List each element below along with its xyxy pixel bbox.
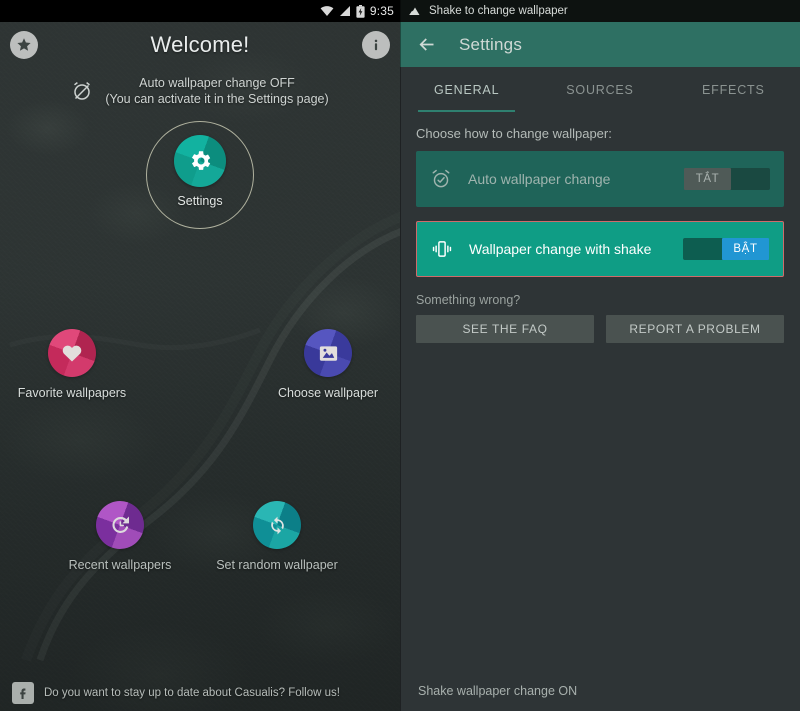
mountain-notification-icon xyxy=(409,7,420,15)
report-a-problem-button[interactable]: REPORT A PROBLEM xyxy=(606,315,784,343)
settings-tabs: GENERAL SOURCES EFFECTS xyxy=(400,67,800,112)
shortcut-favorite-wallpapers[interactable]: Favorite wallpapers xyxy=(0,329,147,400)
shake-change-toggle[interactable]: BẬT xyxy=(683,238,769,260)
settings-label: Settings xyxy=(177,194,223,208)
info-icon xyxy=(374,39,378,51)
alarm-check-icon xyxy=(432,169,450,188)
arrow-back-icon[interactable] xyxy=(416,34,437,55)
option-auto-wallpaper-change[interactable]: Auto wallpaper change TẮT xyxy=(416,151,784,207)
shortcut-recent-wallpapers[interactable]: Recent wallpapers xyxy=(45,501,195,572)
tab-general[interactable]: GENERAL xyxy=(400,67,533,112)
status-clock: 9:35 xyxy=(369,4,394,18)
heart-icon xyxy=(62,345,82,362)
left-status-bar: 9:35 xyxy=(0,0,400,22)
vibrate-icon xyxy=(432,241,452,257)
facebook-icon xyxy=(20,688,26,699)
facebook-follow-banner[interactable]: Do you want to stay up to date about Cas… xyxy=(0,675,400,711)
shortcut-set-random-wallpaper[interactable]: Set random wallpaper xyxy=(202,501,352,572)
choose-wallpaper-circle[interactable] xyxy=(304,329,352,377)
gear-icon xyxy=(191,151,211,170)
section-label: Choose how to change wallpaper: xyxy=(416,126,612,141)
auto-change-notice: Auto wallpaper change OFF (You can activ… xyxy=(0,75,400,107)
recent-wallpapers-circle[interactable] xyxy=(96,501,144,549)
battery-charging-icon xyxy=(356,4,365,18)
settings-toolbar: Settings xyxy=(400,22,800,67)
facebook-follow-text: Do you want to stay up to date about Cas… xyxy=(44,687,340,699)
page-title: Welcome! xyxy=(150,31,250,57)
footer-status-text: Shake wallpaper change ON xyxy=(418,684,578,698)
shortcut-label: Set random wallpaper xyxy=(216,558,338,572)
auto-change-status: Auto wallpaper change OFF xyxy=(139,76,295,90)
alarm-off-icon xyxy=(74,82,91,100)
home-screen-panel: 9:35 Welcome! Auto wallpaper change OFF … xyxy=(0,0,400,711)
favorites-star-button[interactable] xyxy=(10,31,38,59)
star-icon xyxy=(17,38,31,51)
info-button[interactable] xyxy=(362,31,390,59)
set-random-wallpaper-circle[interactable] xyxy=(253,501,301,549)
tab-sources[interactable]: SOURCES xyxy=(533,67,666,112)
settings-ring: Settings xyxy=(146,121,254,229)
auto-wallpaper-change-toggle[interactable]: TẮT xyxy=(684,168,770,190)
option-label: Auto wallpaper change xyxy=(468,171,611,187)
settings-circle[interactable] xyxy=(174,135,226,187)
left-header: Welcome! xyxy=(0,22,400,67)
toggle-knob-label: TẮT xyxy=(684,168,731,190)
shortcut-label: Favorite wallpapers xyxy=(17,386,127,400)
settings-screen-panel: Shake to change wallpaper Settings GENER… xyxy=(400,0,800,711)
option-label: Wallpaper change with shake xyxy=(469,241,652,257)
option-wallpaper-change-with-shake[interactable]: Wallpaper change with shake BẬT xyxy=(416,221,784,277)
settings-shortcut[interactable]: Settings xyxy=(0,121,400,229)
help-button-row: SEE THE FAQ REPORT A PROBLEM xyxy=(400,315,800,343)
right-status-bar: Shake to change wallpaper xyxy=(400,0,800,22)
shortcut-label: Recent wallpapers xyxy=(68,558,172,572)
auto-change-hint: (You can activate it in the Settings pag… xyxy=(105,92,329,106)
shuffle-refresh-icon xyxy=(270,516,284,534)
favorite-wallpapers-circle[interactable] xyxy=(48,329,96,377)
image-icon xyxy=(319,345,337,361)
panel-divider xyxy=(400,0,401,711)
facebook-badge[interactable] xyxy=(12,682,34,704)
shortcut-choose-wallpaper[interactable]: Choose wallpaper xyxy=(253,329,400,400)
see-the-faq-button[interactable]: SEE THE FAQ xyxy=(416,315,594,343)
history-icon xyxy=(112,516,129,533)
shortcut-label: Choose wallpaper xyxy=(277,386,379,400)
help-label: Something wrong? xyxy=(416,293,521,307)
tab-effects[interactable]: EFFECTS xyxy=(667,67,800,112)
wifi-icon xyxy=(320,6,334,16)
notification-text: Shake to change wallpaper xyxy=(429,5,568,17)
toolbar-title: Settings xyxy=(459,34,523,54)
toggle-knob-label: BẬT xyxy=(722,238,769,260)
settings-footer: Shake wallpaper change ON xyxy=(400,671,800,711)
signal-icon xyxy=(339,6,350,16)
app-screenshot: 9:35 Welcome! Auto wallpaper change OFF … xyxy=(0,0,800,711)
